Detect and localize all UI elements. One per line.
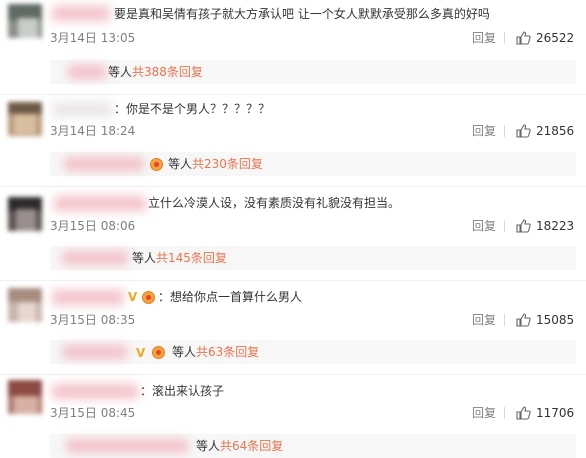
reply-button[interactable]: 回复: [472, 124, 496, 138]
username[interactable]: [52, 102, 112, 117]
divider: [0, 280, 586, 281]
like-count: 15085: [536, 313, 575, 327]
avatar[interactable]: [8, 4, 42, 38]
avatar[interactable]: [8, 288, 42, 322]
reply-button[interactable]: 回复: [472, 406, 496, 420]
divider: [0, 374, 586, 375]
like-button[interactable]: 26522: [516, 31, 580, 45]
like-button[interactable]: 18223: [516, 219, 580, 233]
like-button[interactable]: 21856: [516, 124, 580, 138]
sub-replies-others: 等人: [168, 157, 193, 171]
thumbs-up-icon: [516, 124, 531, 138]
vip-v-icon: V: [136, 346, 146, 360]
like-count: 11706: [536, 406, 575, 420]
comment-date: 3月15日 08:06: [50, 219, 136, 233]
reply-button[interactable]: 回复: [472, 313, 496, 327]
sub-replies-link[interactable]: 共388条回复: [132, 65, 203, 79]
comment-text: 立什么冷漠人设，没有素质没有礼貌没有担当。: [148, 196, 401, 210]
thumbs-up-icon: [516, 406, 531, 420]
like-count: 18223: [536, 219, 575, 233]
username[interactable]: [52, 384, 138, 399]
divider: [504, 314, 505, 326]
sub-replies[interactable]: 等人共64条回复: [50, 434, 576, 458]
sub-replies-others: 等人: [132, 251, 157, 265]
like-button[interactable]: 15085: [516, 313, 580, 327]
avatar[interactable]: [8, 102, 42, 136]
thumbs-up-icon: [516, 313, 531, 327]
comment-text: ：滚出来认孩子: [140, 384, 225, 398]
username[interactable]: [66, 439, 188, 453]
username[interactable]: [54, 196, 146, 211]
divider: [504, 125, 505, 137]
vip-v-icon: V: [128, 290, 138, 304]
reply-button[interactable]: 回复: [472, 219, 496, 233]
divider: [504, 407, 505, 419]
divider: [0, 186, 586, 187]
comment-text: 要是真和吴倩有孩子就大方承认吧 让一个女人默默承受那么多真的好吗: [114, 7, 490, 21]
sub-replies-others: 等人: [172, 345, 197, 359]
sub-replies-link[interactable]: 共64条回复: [220, 439, 283, 453]
crown-icon: [152, 346, 165, 359]
comment-date: 3月14日 18:24: [50, 124, 136, 138]
avatar[interactable]: [8, 380, 42, 414]
comment-date: 3月15日 08:45: [50, 406, 136, 420]
sub-replies-others: 等人: [196, 439, 221, 453]
avatar[interactable]: [8, 197, 42, 231]
crown-icon: [142, 291, 155, 304]
sub-replies[interactable]: 等人共230条回复: [50, 152, 576, 176]
username[interactable]: [62, 251, 128, 265]
like-button[interactable]: 11706: [516, 406, 580, 420]
username[interactable]: [52, 290, 124, 305]
divider: [0, 94, 586, 95]
sub-replies[interactable]: V 等人共63条回复: [50, 340, 576, 364]
sub-replies-link[interactable]: 共145条回复: [156, 251, 227, 265]
sub-replies[interactable]: 等人共388条回复: [50, 60, 576, 84]
thumbs-up-icon: [516, 219, 531, 233]
username[interactable]: [52, 6, 110, 21]
username[interactable]: [64, 157, 144, 171]
like-count: 26522: [536, 31, 575, 45]
thumbs-up-icon: [516, 31, 531, 45]
reply-button[interactable]: 回复: [472, 31, 496, 45]
sub-replies[interactable]: 等人共145条回复: [50, 246, 576, 270]
username[interactable]: [68, 65, 106, 79]
sub-replies-link[interactable]: 共230条回复: [192, 157, 263, 171]
username[interactable]: [62, 345, 128, 359]
comment-text: ：你是不是个男人？？？？？: [114, 102, 271, 116]
like-count: 21856: [536, 124, 575, 138]
divider: [504, 220, 505, 232]
sub-replies-link[interactable]: 共63条回复: [196, 345, 259, 359]
divider: [504, 32, 505, 44]
crown-icon: [150, 158, 163, 171]
sub-replies-others: 等人: [108, 65, 133, 79]
comment-date: 3月14日 13:05: [50, 31, 136, 45]
comment-text: ：想给你点一首算什么男人: [158, 290, 303, 304]
comment-date: 3月15日 08:35: [50, 313, 136, 327]
